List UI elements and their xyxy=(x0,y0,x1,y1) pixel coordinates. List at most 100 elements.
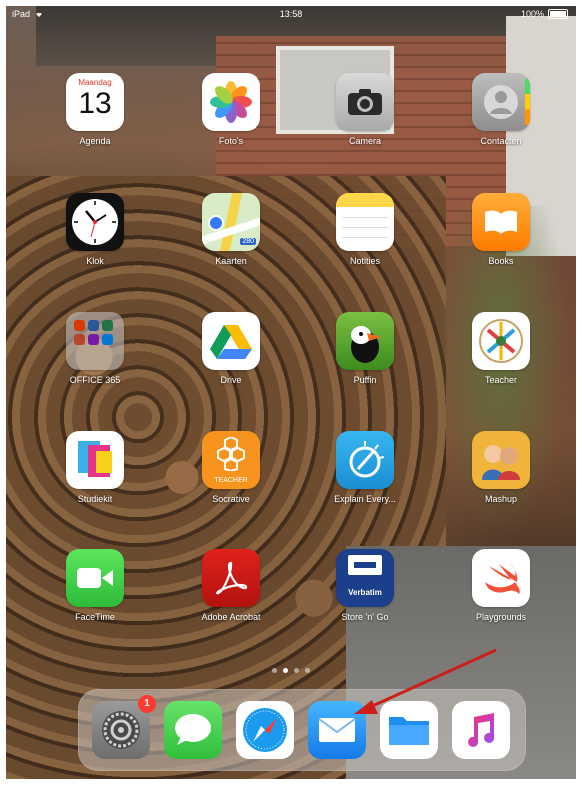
app-label: OFFICE 365 xyxy=(69,375,121,385)
dock-app-settings[interactable]: 1 xyxy=(92,695,156,759)
page-dot[interactable] xyxy=(272,668,277,673)
acrobat-glyph xyxy=(216,561,248,595)
mail-icon xyxy=(308,701,366,759)
drive-icon xyxy=(202,312,260,370)
mashup-icon xyxy=(472,431,530,489)
usb-stick xyxy=(348,555,382,575)
puffin-icon xyxy=(336,312,394,370)
folder-mini-icons xyxy=(74,320,113,345)
swift-bird xyxy=(485,560,520,594)
app-label: Teacher xyxy=(484,375,518,385)
app-label: Explain Every... xyxy=(334,494,396,504)
app-label: Drive xyxy=(220,375,242,385)
explain-everything-icon xyxy=(336,431,394,489)
app-label: Notities xyxy=(349,256,380,266)
clock-icon xyxy=(66,193,124,251)
notes-header xyxy=(336,193,394,207)
contacts-glyph xyxy=(484,85,518,119)
acrobat-icon xyxy=(202,549,260,607)
app-books[interactable]: Books xyxy=(456,193,546,266)
studiekit-block-yellow xyxy=(96,451,112,473)
book-glyph xyxy=(485,210,517,234)
camera-glyph xyxy=(348,89,382,115)
app-adobe-acrobat[interactable]: Adobe Acrobat xyxy=(186,549,276,622)
notification-badge: 1 xyxy=(138,695,156,713)
app-teacher[interactable]: Teacher xyxy=(456,312,546,385)
app-studiekit[interactable]: Studiekit xyxy=(50,431,140,504)
status-time: 13:58 xyxy=(279,9,303,19)
notes-icon xyxy=(336,193,394,251)
app-label: Store 'n' Go xyxy=(341,612,389,622)
mini-excel-icon xyxy=(102,320,113,331)
app-label: Adobe Acrobat xyxy=(201,612,261,622)
calendar-icon: Maandag 13 xyxy=(66,73,124,131)
page-indicator[interactable] xyxy=(6,668,576,673)
app-notes[interactable]: Notities xyxy=(320,193,410,266)
app-label: Foto's xyxy=(218,136,244,146)
app-label: Socrative xyxy=(212,494,250,504)
socrative-hex xyxy=(217,437,245,471)
dock-app-messages[interactable] xyxy=(164,701,222,759)
app-agenda[interactable]: Maandag 13 Agenda xyxy=(50,73,140,146)
usb-connector xyxy=(354,562,376,568)
dock-app-music[interactable] xyxy=(452,701,510,759)
app-label: FaceTime xyxy=(75,612,115,622)
office-folder-icon xyxy=(66,312,124,370)
battery-percent: 100% xyxy=(520,9,544,19)
maps-icon: 280 xyxy=(202,193,260,251)
app-playgrounds[interactable]: Playgrounds xyxy=(456,549,546,622)
video-camera-glyph xyxy=(77,568,113,588)
app-store-n-go[interactable]: Verbatim Store 'n' Go xyxy=(320,549,410,622)
camera-icon xyxy=(336,73,394,131)
files-icon xyxy=(380,701,438,759)
explain-everything-glyph xyxy=(349,441,385,478)
mini-word-icon xyxy=(88,320,99,331)
messages-icon xyxy=(164,701,222,759)
app-camera[interactable]: Camera xyxy=(320,73,410,146)
gear-glyph xyxy=(102,711,140,749)
app-label: Klok xyxy=(86,256,104,266)
app-drive[interactable]: Drive xyxy=(186,312,276,385)
app-label: Books xyxy=(488,256,514,266)
speech-bubble-glyph xyxy=(175,714,211,745)
app-explain-everything[interactable]: Explain Every... xyxy=(320,431,410,504)
teacher-pattern xyxy=(479,319,523,363)
dock-app-safari[interactable] xyxy=(236,701,294,759)
socrative-icon: TEACHER xyxy=(202,431,260,489)
app-label: Puffin xyxy=(353,375,377,385)
page-dot[interactable] xyxy=(294,668,299,673)
app-label: Playgrounds xyxy=(475,612,527,622)
app-contacts[interactable]: Contacten xyxy=(456,73,546,146)
verbatim-brand: Verbatim xyxy=(348,588,382,597)
dock-app-mail[interactable] xyxy=(308,701,366,759)
app-mashup[interactable]: Mashup xyxy=(456,431,546,504)
swift-icon xyxy=(472,549,530,607)
mini-powerpoint-icon xyxy=(74,334,85,345)
safari-icon xyxy=(236,701,294,759)
mini-office-icon xyxy=(74,320,85,331)
page-dot[interactable] xyxy=(305,668,310,673)
app-facetime[interactable]: FaceTime xyxy=(50,549,140,622)
verbatim-icon: Verbatim xyxy=(336,549,394,607)
app-puffin[interactable]: Puffin xyxy=(320,312,410,385)
books-icon xyxy=(472,193,530,251)
page-dot-active[interactable] xyxy=(283,668,288,673)
envelope-glyph xyxy=(318,718,356,742)
app-socrative[interactable]: TEACHER Socrative xyxy=(186,431,276,504)
dock-app-files[interactable] xyxy=(380,701,438,759)
music-icon xyxy=(452,701,510,759)
app-label: Camera xyxy=(348,136,381,146)
app-clock[interactable]: Klok xyxy=(50,193,140,266)
app-label: Kaarten xyxy=(215,256,247,266)
folder-office-365[interactable]: OFFICE 365 xyxy=(50,312,140,385)
app-photos[interactable]: Foto's xyxy=(186,73,276,146)
app-maps[interactable]: 280 Kaarten xyxy=(186,193,276,266)
maps-location-icon xyxy=(208,215,224,231)
notes-line xyxy=(342,237,388,238)
app-label: Contacten xyxy=(480,136,522,146)
app-label: Agenda xyxy=(79,136,111,146)
dock: 1 xyxy=(78,689,526,771)
socrative-teacher-text: TEACHER xyxy=(214,477,248,484)
photos-icon xyxy=(202,73,260,131)
maps-route-shield: 280 xyxy=(240,238,256,245)
